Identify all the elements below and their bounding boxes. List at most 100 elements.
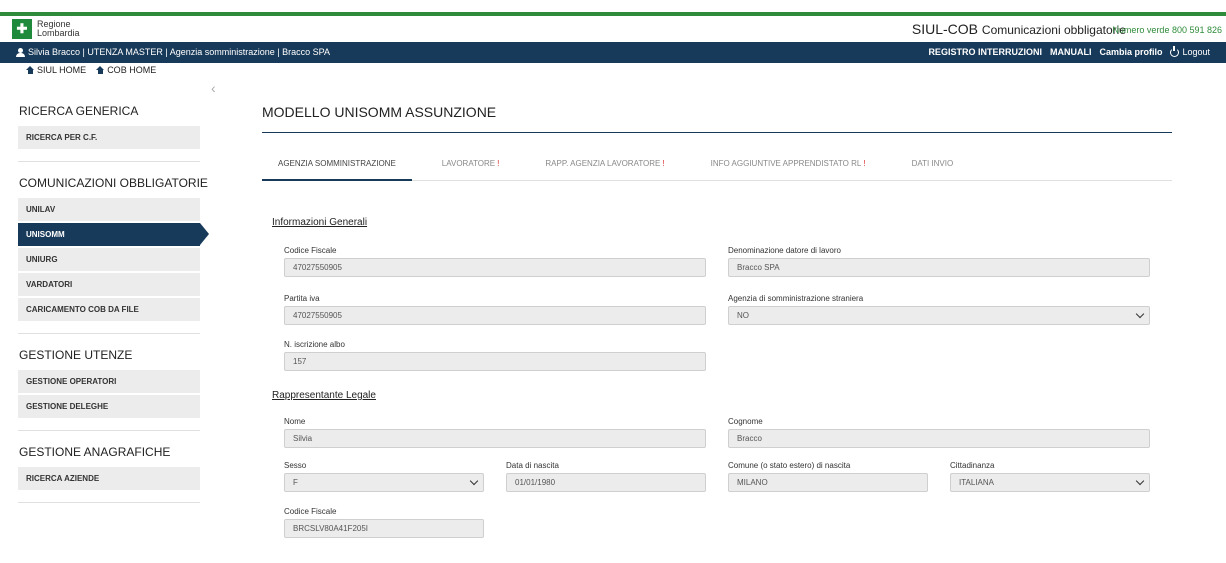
sidebar-item-ricerca-cf[interactable]: RICERCA PER C.F. [18, 126, 200, 149]
sidebar-item-gestione-operatori[interactable]: GESTIONE OPERATORI [18, 370, 200, 393]
field-label: Data di nascita [506, 461, 559, 470]
registro-interruzioni-link[interactable]: REGISTRO INTERRUZIONI [928, 47, 1042, 57]
denominazione-input[interactable]: Bracco SPA [728, 258, 1150, 277]
field-label: Comune (o stato estero) di nascita [728, 461, 851, 470]
tab-info-aggiuntive[interactable]: INFO AGGIUNTIVE APPRENDISTATO RL! [695, 155, 882, 181]
breadcrumb: SIUL HOME COB HOME [26, 65, 156, 75]
field-label: N. iscrizione albo [284, 340, 345, 349]
iscrizione-albo-field: N. iscrizione albo 157 [284, 340, 706, 371]
app-title-main: SIUL-COB [911, 21, 979, 37]
logo-line2: Lombardia [37, 28, 80, 38]
sidebar-section-title: GESTIONE ANAGRAFICHE [19, 445, 171, 459]
logout-button[interactable]: Logout [1170, 45, 1210, 57]
field-label: Partita iva [284, 294, 320, 303]
user-icon [16, 47, 25, 57]
cognome-field: Cognome Bracco [728, 417, 1150, 448]
page-title: MODELLO UNISOMM ASSUNZIONE [262, 104, 497, 120]
cittadinanza-select[interactable]: ITALIANA [950, 473, 1150, 492]
sidebar-section-utenze: GESTIONE UTENZE GESTIONE OPERATORI GESTI… [0, 334, 210, 418]
comune-nascita-input[interactable]: MILANO [728, 473, 928, 492]
sidebar-item-uniurg[interactable]: UNIURG [18, 248, 200, 271]
sidebar-item-gestione-deleghe[interactable]: GESTIONE DELEGHE [18, 395, 200, 418]
chevron-down-icon [469, 476, 479, 486]
tab-bar: AGENZIA SOMMINISTRAZIONE LAVORATORE! RAP… [262, 155, 1172, 181]
partita-iva-input[interactable]: 47027550905 [284, 306, 706, 325]
home-icon [96, 66, 105, 74]
sidebar-divider [18, 502, 200, 503]
sidebar-section-title: GESTIONE UTENZE [19, 348, 133, 362]
nome-input[interactable]: Silvia [284, 429, 706, 448]
sidebar-item-unilav[interactable]: UNILAV [18, 198, 200, 221]
tab-label: RAPP. AGENZIA LAVORATORE [545, 159, 661, 168]
sidebar: RICERCA GENERICA RICERCA PER C.F. COMUNI… [0, 90, 210, 503]
field-label: Nome [284, 417, 306, 426]
sidebar-item-caricamento[interactable]: CARICAMENTO COB DA FILE [18, 298, 200, 321]
chevron-down-icon [1135, 309, 1145, 319]
collapse-sidebar-icon[interactable]: ‹ [211, 80, 216, 96]
denominazione-field: Denominazione datore di lavoro Bracco SP… [728, 246, 1150, 277]
select-value: NO [737, 311, 749, 320]
main-content: MODELLO UNISOMM ASSUNZIONE AGENZIA SOMMI… [262, 90, 1172, 541]
select-value: F [293, 478, 298, 487]
user-info: Silvia Bracco | UTENZA MASTER | Agenzia … [16, 47, 330, 57]
sidebar-section-ricerca: RICERCA GENERICA RICERCA PER C.F. [0, 90, 210, 149]
cambia-profilo-link[interactable]: Cambia profilo [1099, 47, 1162, 57]
tab-dati-invio[interactable]: DATI INVIO [896, 155, 970, 181]
tab-lavoratore[interactable]: LAVORATORE! [426, 155, 516, 181]
section-rappresentante-legale: Rappresentante Legale [272, 390, 376, 401]
data-nascita-field: Data di nascita 01/01/1980 [506, 461, 706, 492]
iscrizione-albo-input[interactable]: 157 [284, 352, 706, 371]
agenzia-straniera-field: Agenzia di somministrazione straniera NO [728, 294, 1150, 325]
field-label: Cognome [728, 417, 763, 426]
siul-home-link[interactable]: SIUL HOME [26, 65, 86, 75]
warning-icon: ! [863, 159, 866, 168]
data-nascita-input[interactable]: 01/01/1980 [506, 473, 706, 492]
info-generali-form: Codice Fiscale 47027550905 Denominazione… [262, 228, 1172, 378]
lombardia-logo-icon: ✚ [12, 19, 32, 39]
field-label: Denominazione datore di lavoro [728, 246, 841, 255]
codice-fiscale-rappresentante-field: Codice Fiscale BRCSLV80A41F205I [284, 507, 484, 538]
field-label: Sesso [284, 461, 307, 470]
partita-iva-field: Partita iva 47027550905 [284, 294, 706, 325]
sidebar-section-title: RICERCA GENERICA [19, 104, 139, 118]
app-header: ✚ Regione Lombardia SIUL-COB Comunicazio… [0, 16, 1226, 42]
sidebar-item-ricerca-aziende[interactable]: RICERCA AZIENDE [18, 467, 200, 490]
nome-field: Nome Silvia [284, 417, 706, 448]
codice-fiscale-rappresentante-input[interactable]: BRCSLV80A41F205I [284, 519, 484, 538]
tab-label: INFO AGGIUNTIVE APPRENDISTATO RL [710, 159, 862, 168]
cittadinanza-field: Cittadinanza ITALIANA [950, 461, 1150, 492]
toll-free-number: Numero verde 800 591 826 [1112, 25, 1222, 35]
manuali-link[interactable]: MANUALI [1050, 47, 1092, 57]
sidebar-section-comunicazioni: COMUNICAZIONI OBBLIGATORIE UNILAV UNISOM… [0, 162, 210, 321]
sidebar-section-title: COMUNICAZIONI OBBLIGATORIE [19, 176, 208, 190]
comune-nascita-field: Comune (o stato estero) di nascita MILAN… [728, 461, 928, 492]
warning-icon: ! [662, 159, 665, 168]
regione-logo[interactable]: ✚ Regione Lombardia [12, 19, 80, 39]
user-profile-text: Silvia Bracco | UTENZA MASTER | Agenzia … [28, 47, 330, 57]
cob-home-label: COB HOME [107, 65, 157, 75]
chevron-down-icon [1135, 476, 1145, 486]
tab-agenzia[interactable]: AGENZIA SOMMINISTRAZIONE [262, 155, 412, 181]
codice-fiscale-input[interactable]: 47027550905 [284, 258, 706, 277]
top-margin [0, 0, 1226, 12]
power-icon [1170, 45, 1180, 57]
codice-fiscale-field: Codice Fiscale 47027550905 [284, 246, 706, 277]
cognome-input[interactable]: Bracco [728, 429, 1150, 448]
tab-label: DATI INVIO [911, 159, 954, 168]
sidebar-item-vardatori[interactable]: VARDATORI [18, 273, 200, 296]
cob-home-link[interactable]: COB HOME [96, 65, 156, 75]
warning-icon: ! [497, 159, 500, 168]
select-value: ITALIANA [959, 478, 994, 487]
agenzia-straniera-select[interactable]: NO [728, 306, 1150, 325]
tab-label: AGENZIA SOMMINISTRAZIONE [278, 159, 396, 168]
field-label: Cittadinanza [950, 461, 995, 470]
field-label: Codice Fiscale [284, 507, 337, 516]
tab-rapp-agenzia[interactable]: RAPP. AGENZIA LAVORATORE! [529, 155, 680, 181]
nav-links: REGISTRO INTERRUZIONI MANUALI Cambia pro… [928, 45, 1210, 57]
user-navbar: Silvia Bracco | UTENZA MASTER | Agenzia … [0, 42, 1226, 63]
field-label: Codice Fiscale [284, 246, 337, 255]
sesso-select[interactable]: F [284, 473, 484, 492]
app-title: SIUL-COB Comunicazioni obbligatorie [912, 21, 1126, 37]
sidebar-item-unisomm[interactable]: UNISOMM [18, 223, 209, 246]
sesso-field: Sesso F [284, 461, 484, 492]
